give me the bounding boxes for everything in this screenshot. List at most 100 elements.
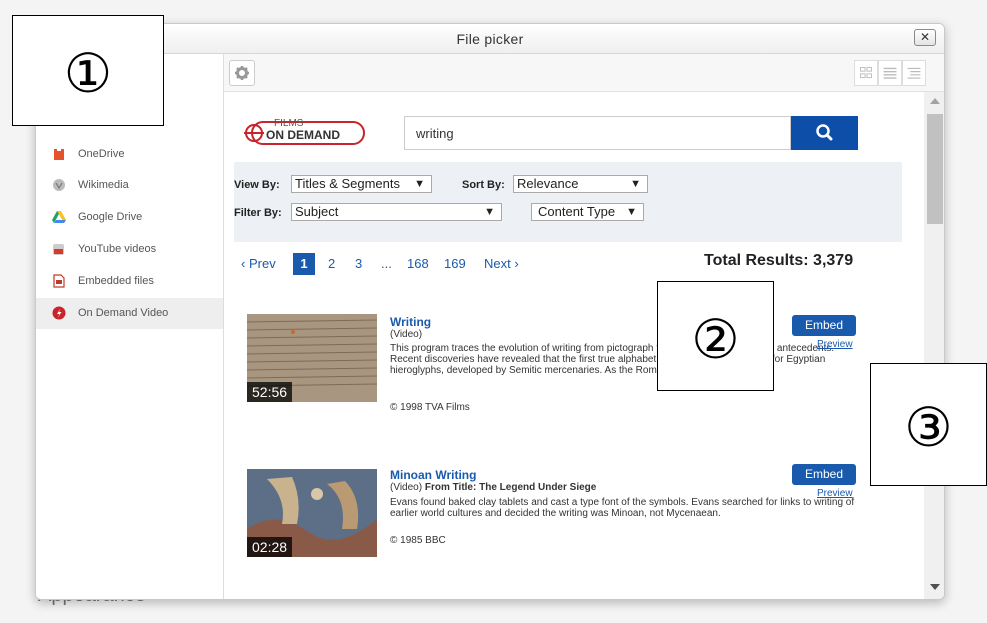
annotation-box-1: ① [12,15,164,126]
filter-panel: View By: Titles & Segments ▼ Sort By: Re… [234,162,902,242]
file-picker-dialog: File picker ✕ OneDrive Wikimedia Google … [35,23,945,600]
tree-view-button[interactable] [902,60,926,86]
prev-label: Prev [248,256,276,271]
video-thumbnail[interactable]: 02:28 [247,469,377,557]
page-link[interactable]: 2 [328,256,335,271]
scroll-down-arrow-icon[interactable] [930,584,940,590]
content-type-select[interactable]: Content Type ▼ [531,203,644,221]
sidebar-item-label: Embedded files [78,275,154,287]
view-by-select[interactable]: Titles & Segments ▼ [291,175,432,193]
chevron-down-icon: ▼ [484,206,495,218]
sidebar-item-label: Wikimedia [78,179,129,191]
search-input[interactable] [404,116,791,150]
on-demand-video-icon [52,306,66,320]
sidebar-item-google-drive[interactable]: Google Drive [36,202,223,233]
sidebar-item-label: YouTube videos [78,243,157,255]
dialog-header: File picker ✕ [36,24,944,54]
content-area: FILMS ON DEMAND View By: Titles & Segmen… [224,92,924,599]
result-from-title: From Title: The Legend Under Siege [424,482,597,493]
close-icon: ✕ [919,30,931,44]
chevron-right-icon: › [514,256,519,271]
result-item: 52:56 Writing (Video) This program trace… [224,310,924,450]
chevron-down-icon: ▼ [626,206,637,218]
sort-by-value: Relevance [517,176,579,191]
result-subtitle: (Video) From Title: The Legend Under Sie… [390,482,596,493]
chevron-down-icon: ▼ [630,178,641,190]
settings-button[interactable] [229,60,255,86]
result-type: (Video) [390,329,423,340]
sidebar-item-wikimedia[interactable]: Wikimedia [36,170,223,201]
annotation-label: ① [63,42,113,105]
total-results: Total Results: 3,379 [704,252,854,269]
video-thumbnail[interactable]: 52:56 [247,314,377,402]
search-button[interactable] [791,116,858,150]
result-title-link[interactable]: Writing [390,315,431,329]
sidebar-item-on-demand-video[interactable]: On Demand Video [36,298,223,329]
sidebar-item-embedded-files[interactable]: Embedded files [36,266,223,297]
list-view-icon [883,67,897,79]
page-link[interactable]: 3 [355,256,362,271]
gear-icon [235,66,249,80]
dialog-title: File picker [456,31,524,47]
sort-by-select[interactable]: Relevance ▼ [513,175,648,193]
films-on-demand-logo: FILMS ON DEMAND [242,112,367,146]
filter-by-label: Filter By: [234,207,282,219]
video-duration: 02:28 [247,537,293,557]
result-type: (Video) [390,482,423,493]
youtube-icon [53,244,64,255]
next-label: Next [484,256,511,271]
embed-button[interactable]: Embed [792,464,856,485]
result-title-link[interactable]: Minoan Writing [390,468,476,482]
scroll-up-arrow-icon[interactable] [930,98,940,104]
scroll-thumb[interactable] [927,114,943,224]
sidebar-item-label: OneDrive [78,148,125,160]
sidebar-item-label: On Demand Video [78,307,169,319]
screen: Appearance File picker ✕ OneDrive Wikime… [0,0,987,623]
search-icon [816,124,833,141]
result-copyright: © 1998 TVA Films [390,402,470,413]
result-subtitle: (Video) [390,329,422,340]
embed-button[interactable]: Embed [792,315,856,336]
view-by-value: Titles & Segments [295,176,401,191]
annotation-box-2: ② [657,281,774,391]
annotation-box-3: ③ [870,363,987,486]
filter-by-value: Subject [295,204,339,219]
result-item: 02:28 Minoan Writing (Video) From Title:… [224,462,924,599]
picker-toolbar [224,54,944,92]
page-ellipsis: ... [381,256,392,271]
close-button[interactable]: ✕ [914,29,936,46]
sidebar-item-label: Google Drive [78,211,143,223]
list-view-button[interactable] [878,60,902,86]
page-link[interactable]: 169 [444,256,466,271]
annotation-label: ② [691,308,740,371]
filter-by-select[interactable]: Subject ▼ [291,203,502,221]
content-type-value: Content Type [538,204,616,219]
onedrive-icon [54,147,64,160]
view-by-label: View By: [234,179,280,191]
annotation-label: ③ [904,396,953,459]
chevron-left-icon: ‹ [241,256,246,271]
tree-view-icon [907,67,921,79]
chevron-down-icon: ▼ [414,178,425,190]
prev-page-link[interactable]: ‹ Prev [241,256,276,271]
embedded-file-icon [53,274,65,288]
repository-sidebar: OneDrive Wikimedia Google Drive YouTube … [36,54,224,599]
vertical-scrollbar[interactable] [924,92,944,599]
next-page-link[interactable]: Next › [484,256,519,271]
grid-view-icon [860,67,872,79]
result-copyright: © 1985 BBC [390,535,446,546]
page-link[interactable]: 168 [407,256,429,271]
google-drive-icon [52,211,66,223]
wikimedia-icon [53,179,65,191]
main-panel: FILMS ON DEMAND View By: Titles & Segmen… [224,54,944,599]
sort-by-label: Sort By: [462,179,505,191]
preview-link[interactable]: Preview [817,488,853,499]
preview-link[interactable]: Preview [817,339,853,350]
sidebar-item-youtube[interactable]: YouTube videos [36,234,223,265]
icon-view-button[interactable] [854,60,878,86]
sidebar-item-onedrive[interactable]: OneDrive [36,139,223,170]
result-description: This program traces the evolution of wri… [390,343,835,376]
page-current[interactable]: 1 [293,253,315,275]
result-description: Evans found baked clay tablets and cast … [390,497,855,519]
logo-bottom-text: ON DEMAND [266,128,340,142]
